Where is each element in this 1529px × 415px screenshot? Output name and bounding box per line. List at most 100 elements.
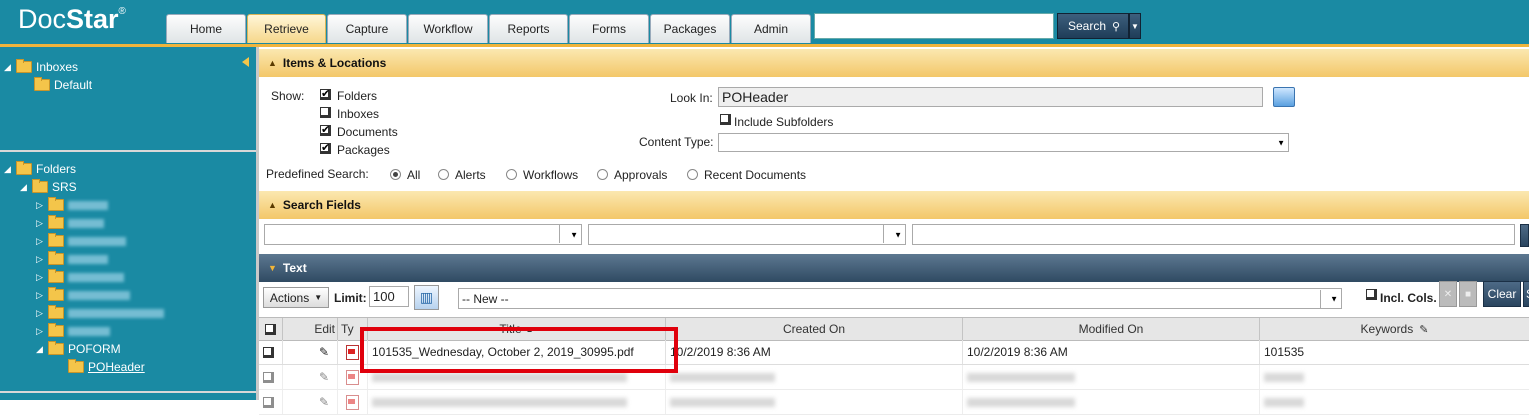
collapse-triangle-icon[interactable]: ▲: [268, 200, 277, 210]
run-search-button[interactable]: S: [1523, 281, 1529, 307]
pencil-icon[interactable]: ✎: [319, 345, 329, 359]
delete-search-button[interactable]: ✕: [1439, 281, 1457, 307]
col-keywords[interactable]: Keywords ✎: [1260, 318, 1529, 340]
pdf-icon: [346, 344, 359, 360]
dropdown-arrow-icon: ▼: [570, 230, 578, 239]
collapsed-triangle-icon[interactable]: ▷: [36, 254, 46, 265]
table-row-redacted[interactable]: ✎: [259, 390, 1529, 415]
col-created-on[interactable]: Created On: [666, 318, 963, 340]
browse-folder-icon[interactable]: [1273, 87, 1295, 107]
global-search-button[interactable]: Search ⚲: [1057, 13, 1129, 39]
predefined-alerts-radio[interactable]: [438, 169, 449, 180]
tree-poform[interactable]: ◢ POFORM: [36, 341, 121, 357]
incl-cols-checkbox[interactable]: [1366, 289, 1377, 300]
show-documents-checkbox[interactable]: [320, 123, 331, 136]
tree-folder-redacted[interactable]: ▷: [36, 215, 104, 231]
predefined-alerts-label: Alerts: [455, 168, 486, 182]
column-chooser-icon[interactable]: ▥: [414, 285, 439, 310]
collapsed-triangle-icon[interactable]: ▷: [36, 218, 46, 229]
search-fields-header[interactable]: ▲ Search Fields: [259, 191, 1529, 219]
save-search-button[interactable]: ■: [1459, 281, 1477, 307]
tree-folder-redacted[interactable]: ▷: [36, 251, 108, 267]
row-edit-cell: ✎: [283, 390, 338, 414]
tree-folder-redacted[interactable]: ▷: [36, 233, 126, 249]
content-type-select[interactable]: ▼: [718, 133, 1289, 152]
predefined-recent-label: Recent Documents: [704, 168, 807, 182]
expanded-triangle-icon[interactable]: ◢: [4, 164, 14, 175]
pencil-icon[interactable]: ✎: [319, 370, 329, 384]
expanded-triangle-icon[interactable]: ◢: [4, 62, 14, 73]
tree-folder-redacted[interactable]: ▷: [36, 323, 110, 339]
add-search-field-button[interactable]: [1520, 224, 1529, 247]
col-keywords-label: Keywords: [1360, 322, 1414, 336]
predefined-all-radio[interactable]: [390, 169, 401, 180]
tree-folders[interactable]: ◢ Folders: [4, 161, 76, 177]
collapsed-triangle-icon[interactable]: ▷: [36, 200, 46, 211]
items-locations-header[interactable]: ▲ Items & Locations: [259, 49, 1529, 77]
expanded-triangle-icon[interactable]: ◢: [20, 182, 30, 193]
show-folders-checkbox[interactable]: [320, 87, 331, 100]
col-edit[interactable]: Edit: [283, 318, 338, 340]
tab-packages[interactable]: Packages: [650, 14, 730, 43]
tree-folder-redacted[interactable]: ▷: [36, 269, 124, 285]
collapse-triangle-icon[interactable]: ▼: [268, 263, 277, 273]
tree-poheader[interactable]: POHeader: [68, 359, 145, 375]
select-all-checkbox[interactable]: [265, 323, 276, 335]
text-section-title: Text: [282, 261, 307, 275]
show-packages-checkbox[interactable]: [320, 141, 331, 154]
tree-folder-redacted[interactable]: ▷: [36, 287, 130, 303]
predefined-all-label: All: [407, 168, 421, 182]
saved-search-select[interactable]: -- New -- ▼: [458, 288, 1342, 309]
predefined-approvals-radio[interactable]: [597, 169, 608, 180]
search-value-input[interactable]: [912, 224, 1515, 245]
save-icon: ■: [1464, 288, 1472, 300]
search-operator-select[interactable]: ▼: [588, 224, 906, 245]
tab-home[interactable]: Home: [166, 14, 246, 43]
main-tabs: Home Retrieve Capture Workflow Reports F…: [166, 14, 812, 44]
look-in-field[interactable]: POHeader: [718, 87, 1263, 107]
collapse-triangle-icon[interactable]: ▲: [268, 58, 277, 68]
col-modified-on[interactable]: Modified On: [963, 318, 1260, 340]
collapsed-triangle-icon[interactable]: ▷: [36, 236, 46, 247]
collapsed-triangle-icon[interactable]: ▷: [36, 290, 46, 301]
redacted-text: [1264, 372, 1304, 382]
collapse-sidebar-icon[interactable]: [242, 57, 249, 67]
tab-workflow[interactable]: Workflow: [408, 14, 488, 43]
tab-capture[interactable]: Capture: [327, 14, 407, 43]
tree-folder-redacted[interactable]: ▷: [36, 305, 164, 321]
row-checkbox[interactable]: [263, 396, 274, 408]
show-inboxes-checkbox[interactable]: [320, 107, 331, 118]
redacted-text: [68, 290, 130, 300]
collapsed-triangle-icon[interactable]: ▷: [36, 272, 46, 283]
tree-folder-redacted[interactable]: ▷: [36, 197, 108, 213]
tree-inbox-default[interactable]: Default: [34, 77, 92, 93]
limit-input[interactable]: 100: [369, 286, 409, 307]
search-field-name-select[interactable]: ▼: [264, 224, 582, 245]
row-checkbox[interactable]: [263, 371, 274, 383]
folder-icon: [48, 197, 64, 211]
include-subfolders-checkbox[interactable]: [720, 114, 731, 125]
tab-retrieve[interactable]: Retrieve: [247, 14, 326, 43]
row-checkbox[interactable]: [263, 346, 274, 358]
tree-poheader-label[interactable]: POHeader: [88, 360, 145, 374]
row-keywords-cell: [1260, 390, 1529, 414]
collapsed-triangle-icon[interactable]: ▷: [36, 308, 46, 319]
row-title-cell[interactable]: [368, 390, 666, 414]
tab-admin[interactable]: Admin: [731, 14, 811, 43]
clear-button[interactable]: Clear: [1483, 281, 1521, 307]
global-search-input[interactable]: [814, 13, 1054, 39]
row-created-cell: [666, 390, 963, 414]
search-dropdown-button[interactable]: ▼: [1129, 13, 1141, 39]
text-section-header[interactable]: ▼ Text: [259, 254, 1529, 282]
tab-forms[interactable]: Forms: [569, 14, 649, 43]
pencil-icon[interactable]: ✎: [319, 395, 329, 409]
tree-srs[interactable]: ◢ SRS: [20, 179, 77, 195]
tree-inboxes[interactable]: ◢ Inboxes: [4, 59, 78, 75]
predefined-recent-radio[interactable]: [687, 169, 698, 180]
tab-reports[interactable]: Reports: [489, 14, 568, 43]
folder-icon: [68, 359, 84, 373]
expanded-triangle-icon[interactable]: ◢: [36, 344, 46, 355]
collapsed-triangle-icon[interactable]: ▷: [36, 326, 46, 337]
predefined-workflows-radio[interactable]: [506, 169, 517, 180]
actions-button[interactable]: Actions ▼: [263, 287, 329, 308]
